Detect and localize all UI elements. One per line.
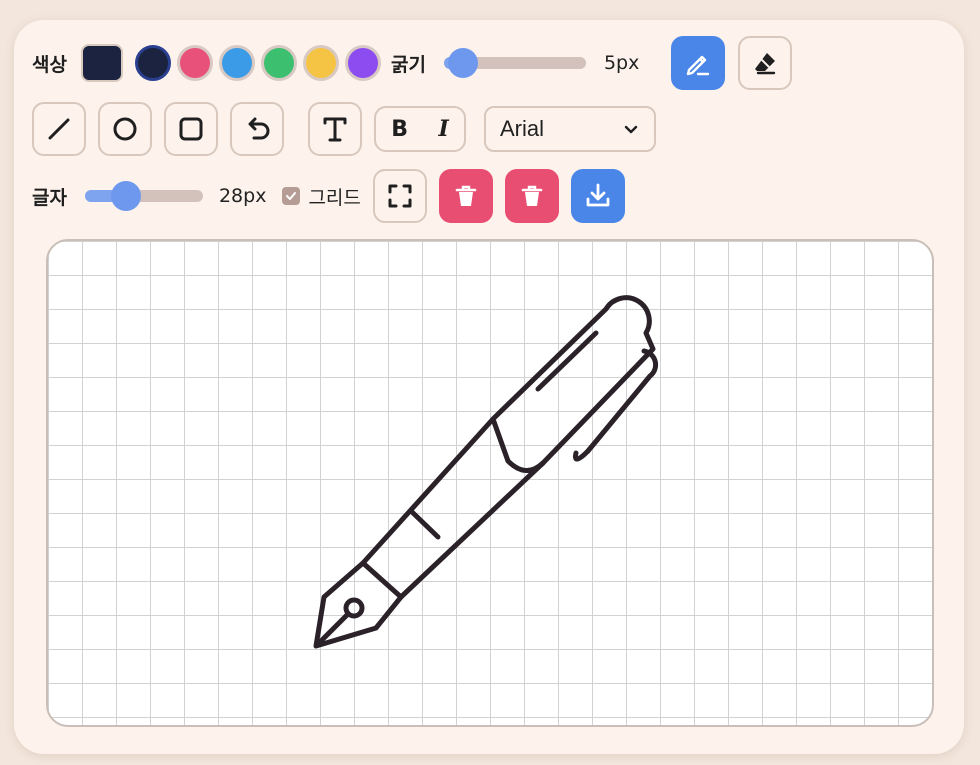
delete-button[interactable] <box>438 169 493 223</box>
color-swatch-pink[interactable] <box>176 45 213 81</box>
drawing-canvas[interactable] <box>46 239 934 727</box>
bold-italic-group: B I <box>374 106 466 152</box>
fullscreen-button[interactable] <box>372 169 427 223</box>
color-label: 색상 <box>32 53 67 76</box>
eraser-tool-button[interactable] <box>738 36 793 90</box>
font-family-select[interactable]: Arial <box>484 106 656 152</box>
pen-icon <box>687 55 710 76</box>
check-icon <box>286 192 297 200</box>
font-size-slider-handle[interactable] <box>110 181 141 211</box>
current-color-swatch[interactable] <box>80 44 123 82</box>
shape-row: B I Arial <box>32 102 656 156</box>
line-icon <box>48 118 70 140</box>
fullscreen-icon <box>388 184 412 208</box>
font-size-label: 글자 <box>32 186 67 209</box>
color-row: 색상 굵기 5px <box>32 36 793 90</box>
color-swatch-navy[interactable] <box>134 45 171 81</box>
thickness-value: 5px <box>603 52 640 74</box>
font-select-value: Arial <box>500 116 545 141</box>
eraser-icon <box>755 53 776 75</box>
color-swatch-purple[interactable] <box>344 45 381 81</box>
color-swatch-yellow[interactable] <box>302 45 339 81</box>
color-swatch-green[interactable] <box>260 45 297 81</box>
thickness-label: 굵기 <box>390 53 426 76</box>
grid-checkbox[interactable] <box>282 187 301 205</box>
color-swatch-blue[interactable] <box>218 45 255 81</box>
bold-button[interactable]: B <box>391 117 408 142</box>
rectangle-tool-button[interactable] <box>164 102 218 156</box>
text-icon <box>323 117 347 142</box>
text-tool-button[interactable] <box>308 102 362 156</box>
font-size-slider[interactable] <box>84 181 203 211</box>
italic-button[interactable]: I <box>438 116 448 142</box>
fountain-pen-drawing <box>313 295 659 649</box>
square-icon <box>179 117 203 141</box>
thickness-slider[interactable] <box>443 48 586 78</box>
download-icon <box>586 183 610 207</box>
chevron-down-icon <box>624 125 638 134</box>
download-button[interactable] <box>570 169 625 223</box>
pen-tool-button[interactable] <box>671 36 726 90</box>
clear-canvas-button[interactable] <box>504 169 559 223</box>
undo-button[interactable] <box>230 102 284 156</box>
grid-label: 그리드 <box>308 186 361 209</box>
undo-icon <box>248 117 270 140</box>
circle-icon <box>113 117 137 141</box>
text-options-row: 글자 28px 그리드 <box>32 168 625 224</box>
font-size-value: 28px <box>218 185 267 207</box>
line-tool-button[interactable] <box>32 102 86 156</box>
trash-icon <box>521 185 543 206</box>
trash-icon <box>455 185 477 206</box>
thickness-slider-handle[interactable] <box>447 48 478 78</box>
circle-tool-button[interactable] <box>98 102 152 156</box>
